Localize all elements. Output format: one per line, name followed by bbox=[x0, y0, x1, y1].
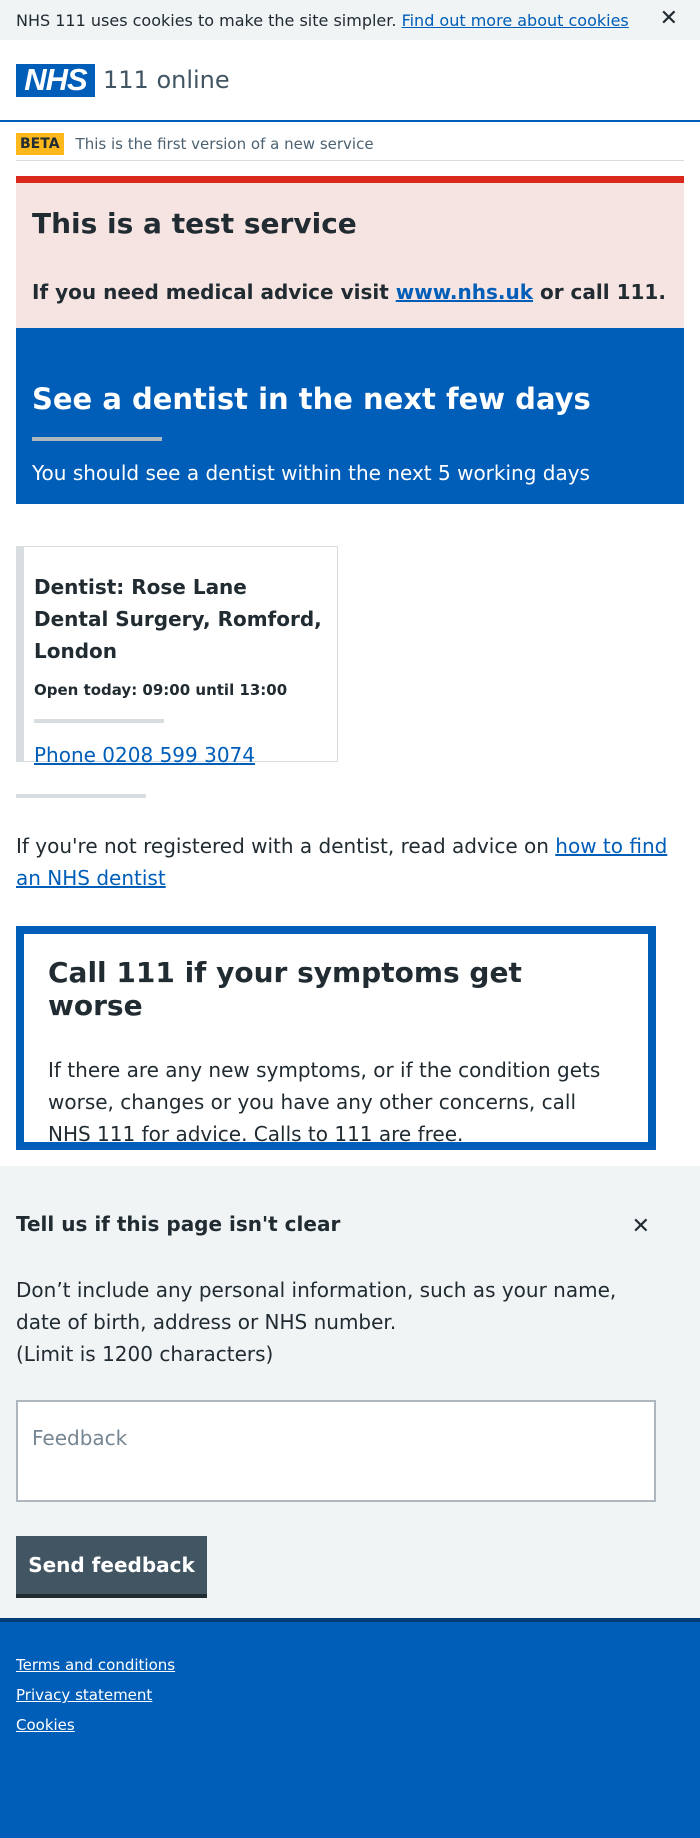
phone-link[interactable]: Phone 0208 599 3074 bbox=[34, 743, 255, 767]
nhs-uk-link[interactable]: www.nhs.uk bbox=[396, 280, 533, 304]
call-111-callout: Call 111 if your symptoms get worse If t… bbox=[16, 926, 656, 1150]
feedback-title: Tell us if this page isn't clear bbox=[16, 1212, 341, 1236]
test-service-text: If you need medical advice visit www.nhs… bbox=[32, 280, 668, 304]
callout-title: Call 111 if your symptoms get worse bbox=[48, 956, 522, 1022]
feedback-note: Don’t include any personal information, … bbox=[16, 1274, 666, 1370]
footer-link-cookies[interactable]: Cookies bbox=[16, 1716, 684, 1734]
footer-link-terms[interactable]: Terms and conditions bbox=[16, 1656, 684, 1674]
beta-text: This is the first version of a new servi… bbox=[75, 134, 374, 153]
test-service-title: This is a test service bbox=[32, 207, 357, 240]
send-feedback-button[interactable]: Send feedback bbox=[16, 1536, 207, 1594]
close-icon[interactable]: ✕ bbox=[632, 1214, 650, 1239]
feedback-limit: (Limit is 1200 characters) bbox=[16, 1342, 274, 1366]
nhs-logo[interactable]: NHS bbox=[16, 62, 95, 97]
cookie-banner: NHS 111 uses cookies to make the site si… bbox=[0, 0, 700, 40]
feedback-note-text: Don’t include any personal information, … bbox=[16, 1278, 617, 1334]
dentist-card: Dentist: Rose Lane Dental Surgery, Romfo… bbox=[16, 546, 338, 767]
register-text: If you're not registered with a dentist,… bbox=[16, 834, 549, 858]
page-title: See a dentist in the next few days bbox=[32, 382, 591, 416]
dentist-name: Dentist: Rose Lane Dental Surgery, Romfo… bbox=[34, 575, 322, 663]
result-subtitle: You should see a dentist within the next… bbox=[32, 460, 590, 485]
service-name[interactable]: 111 online bbox=[103, 66, 230, 94]
site-footer: Terms and conditions Privacy statement C… bbox=[0, 1618, 700, 1838]
register-advice: If you're not registered with a dentist,… bbox=[16, 830, 684, 894]
footer-link-privacy[interactable]: Privacy statement bbox=[16, 1686, 684, 1704]
site-header: NHS 111 online bbox=[0, 40, 700, 122]
test-service-text-after: or call 111. bbox=[539, 280, 666, 304]
divider bbox=[32, 436, 162, 441]
test-service-text-before: If you need medical advice visit bbox=[32, 280, 389, 304]
cookie-message: NHS 111 uses cookies to make the site si… bbox=[16, 10, 397, 30]
test-service-warning: This is a test service If you need medic… bbox=[16, 176, 684, 328]
beta-banner: BETA This is the first version of a new … bbox=[16, 127, 684, 161]
feedback-section: Tell us if this page isn't clear ✕ Don’t… bbox=[0, 1166, 700, 1618]
opening-hours: Open today: 09:00 until 13:00 bbox=[34, 681, 288, 699]
cookie-text: NHS 111 uses cookies to make the site si… bbox=[16, 11, 684, 30]
cookie-info-link[interactable]: Find out more about cookies bbox=[402, 11, 629, 30]
beta-tag: BETA bbox=[16, 132, 64, 155]
feedback-field[interactable] bbox=[16, 1400, 656, 1502]
result-banner: See a dentist in the next few days You s… bbox=[16, 328, 684, 504]
callout-text: If there are any new symptoms, or if the… bbox=[48, 1058, 601, 1146]
close-icon[interactable]: ✕ bbox=[660, 8, 678, 30]
divider bbox=[16, 794, 146, 798]
divider bbox=[34, 719, 164, 723]
